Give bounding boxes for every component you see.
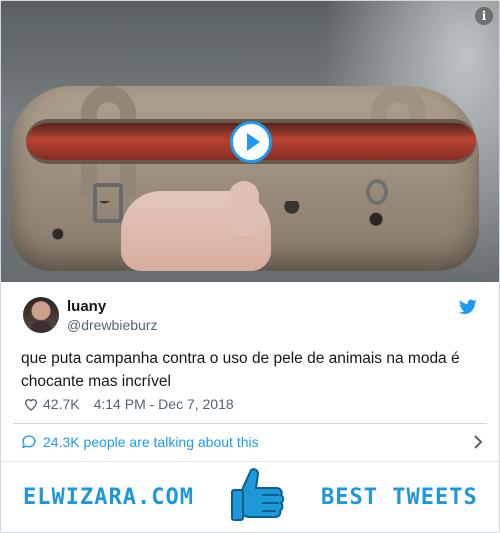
- speech-bubble-icon: [21, 435, 36, 449]
- play-icon: [246, 133, 260, 151]
- play-button[interactable]: [230, 121, 272, 163]
- tweet-embed: i luany @drewbieburz que puta campanha c…: [0, 0, 500, 533]
- heart-icon[interactable]: [23, 396, 39, 412]
- thumbs-up-icon: [231, 468, 285, 521]
- site-banner: ELWIZARA.COM BEST TWEETS: [1, 461, 499, 532]
- like-count[interactable]: 42.7K: [43, 396, 80, 412]
- avatar-body: [30, 321, 52, 333]
- banner-site-name[interactable]: ELWIZARA.COM: [23, 485, 194, 510]
- author-name[interactable]: luany: [67, 298, 106, 315]
- tweet-meta: 42.7K 4:14 PM - Dec 7, 2018: [23, 394, 483, 414]
- chevron-right-icon: [474, 435, 483, 449]
- conversation-link[interactable]: 24.3K people are talking about this: [21, 431, 483, 453]
- banner-tagline[interactable]: BEST TWEETS: [321, 485, 478, 510]
- conversation-label: 24.3K people are talking about this: [43, 434, 259, 450]
- info-icon[interactable]: i: [475, 7, 493, 25]
- tweet-text: que puta campanha contra o uso de pele d…: [21, 350, 460, 390]
- avatar[interactable]: [23, 297, 59, 333]
- tweet-author: luany @drewbieburz: [23, 295, 483, 335]
- video-thumbnail[interactable]: i: [1, 1, 499, 282]
- divider: [13, 423, 487, 424]
- tweet-timestamp[interactable]: 4:14 PM - Dec 7, 2018: [94, 396, 234, 412]
- author-handle[interactable]: @drewbieburz: [67, 317, 157, 333]
- twitter-bird-icon[interactable]: [459, 299, 477, 315]
